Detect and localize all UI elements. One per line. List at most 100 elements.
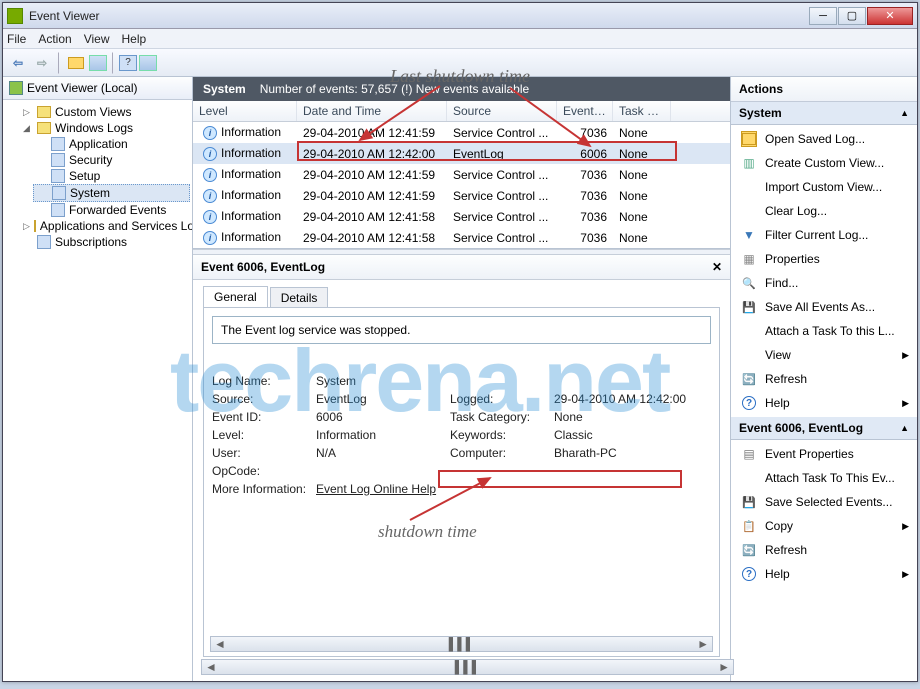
- navigation-pane: Event Viewer (Local) ▷Custom Views ◢Wind…: [3, 77, 193, 681]
- col-datetime[interactable]: Date and Time: [297, 101, 447, 121]
- panel-button[interactable]: [139, 55, 157, 71]
- action-item[interactable]: Find...: [731, 271, 917, 295]
- moreinfo-link[interactable]: Event Log Online Help: [316, 482, 446, 496]
- action-item[interactable]: Filter Current Log...: [731, 223, 917, 247]
- logname-label: Log Name:: [212, 374, 312, 388]
- info-icon: i: [203, 231, 217, 245]
- actions-section-event[interactable]: Event 6006, EventLog▲: [731, 417, 917, 440]
- info-icon: i: [203, 189, 217, 203]
- event-row[interactable]: iInformation29-04-2010 AM 12:42:00EventL…: [193, 143, 730, 164]
- action-item[interactable]: Copy▶: [731, 514, 917, 538]
- collapse-icon: ▲: [900, 108, 909, 118]
- menu-help[interactable]: Help: [122, 32, 147, 46]
- action-icon: [741, 395, 757, 411]
- action-item[interactable]: Event Properties: [731, 442, 917, 466]
- event-row[interactable]: iInformation29-04-2010 AM 12:41:58Servic…: [193, 227, 730, 248]
- col-eventid[interactable]: Event ID: [557, 101, 613, 121]
- open-button[interactable]: [65, 52, 87, 74]
- info-icon: i: [203, 210, 217, 224]
- menubar: File Action View Help: [3, 29, 917, 49]
- chevron-right-icon: ▶: [902, 398, 909, 409]
- help-button[interactable]: ?: [119, 55, 137, 71]
- log-icon: [52, 186, 66, 200]
- tree-subscriptions[interactable]: Subscriptions: [19, 234, 190, 250]
- action-icon: [741, 518, 757, 534]
- action-item[interactable]: Open Saved Log...: [731, 127, 917, 151]
- log-icon: [51, 169, 65, 183]
- close-detail-button[interactable]: ✕: [712, 260, 722, 274]
- action-item[interactable]: Clear Log...: [731, 199, 917, 223]
- event-row[interactable]: iInformation29-04-2010 AM 12:41:59Servic…: [193, 185, 730, 206]
- event-row[interactable]: iInformation29-04-2010 AM 12:41:58Servic…: [193, 206, 730, 227]
- chevron-right-icon: ▶: [902, 350, 909, 361]
- logged-label: Logged:: [450, 392, 550, 406]
- minimize-button[interactable]: ─: [809, 7, 837, 25]
- tree-custom-views[interactable]: ▷Custom Views: [19, 104, 190, 120]
- opcode-value: [316, 464, 446, 478]
- maximize-button[interactable]: ▢: [838, 7, 866, 25]
- tree-app-services[interactable]: ▷Applications and Services Lo: [19, 218, 190, 234]
- subs-icon: [37, 235, 51, 249]
- log-name: System: [203, 82, 246, 96]
- action-item[interactable]: Save Selected Events...: [731, 490, 917, 514]
- tree-forwarded[interactable]: Forwarded Events: [33, 202, 190, 218]
- action-item[interactable]: Attach a Task To this L...: [731, 319, 917, 343]
- back-button[interactable]: [7, 52, 29, 74]
- toolbar: ?: [3, 49, 917, 77]
- detail-hscroll[interactable]: ◄▌▌▌►: [210, 636, 713, 652]
- logged-value: 29-04-2010 AM 12:42:00: [554, 392, 704, 406]
- taskcat-value: None: [554, 410, 704, 424]
- event-row[interactable]: iInformation29-04-2010 AM 12:41:59Servic…: [193, 122, 730, 143]
- tab-general[interactable]: General: [203, 286, 268, 307]
- col-source[interactable]: Source: [447, 101, 557, 121]
- action-icon: [741, 494, 757, 510]
- action-item[interactable]: Import Custom View...: [731, 175, 917, 199]
- tree-setup[interactable]: Setup: [33, 168, 190, 184]
- action-item[interactable]: Save All Events As...: [731, 295, 917, 319]
- forward-button[interactable]: [31, 52, 53, 74]
- nav-root[interactable]: Event Viewer (Local): [3, 77, 192, 100]
- chevron-right-icon: ▶: [902, 569, 909, 580]
- close-button[interactable]: ✕: [867, 7, 913, 25]
- action-icon: [741, 371, 757, 387]
- action-item[interactable]: Help▶: [731, 562, 917, 586]
- titlebar[interactable]: Event Viewer ─ ▢ ✕: [3, 3, 917, 29]
- actions-section-system[interactable]: System▲: [731, 102, 917, 125]
- menu-action[interactable]: Action: [38, 32, 71, 46]
- level-value: Information: [316, 428, 446, 442]
- action-item[interactable]: Create Custom View...: [731, 151, 917, 175]
- taskcat-label: Task Category:: [450, 410, 550, 424]
- col-level[interactable]: Level: [193, 101, 297, 121]
- tree-system[interactable]: System: [33, 184, 190, 202]
- action-icon: [741, 227, 757, 243]
- action-item[interactable]: View▶: [731, 343, 917, 367]
- tree-security[interactable]: Security: [33, 152, 190, 168]
- keywords-label: Keywords:: [450, 428, 550, 442]
- nav-root-label: Event Viewer (Local): [27, 81, 138, 95]
- action-icon: [741, 203, 757, 219]
- tree-application[interactable]: Application: [33, 136, 190, 152]
- detail-header: Event 6006, EventLog ✕: [193, 255, 730, 280]
- menu-file[interactable]: File: [7, 32, 26, 46]
- info-icon: i: [203, 126, 217, 140]
- info-icon: i: [203, 147, 217, 161]
- action-item[interactable]: Refresh: [731, 367, 917, 391]
- action-item[interactable]: Attach Task To This Ev...: [731, 466, 917, 490]
- event-row[interactable]: iInformation29-04-2010 AM 12:41:59Servic…: [193, 164, 730, 185]
- tab-details[interactable]: Details: [270, 287, 329, 308]
- col-taskcat[interactable]: Task C...: [613, 101, 671, 121]
- detail-title: Event 6006, EventLog: [201, 260, 325, 274]
- level-label: Level:: [212, 428, 312, 442]
- action-item[interactable]: Help▶: [731, 391, 917, 415]
- action-icon: [741, 251, 757, 267]
- event-list: Level Date and Time Source Event ID Task…: [193, 101, 730, 249]
- action-item[interactable]: Properties: [731, 247, 917, 271]
- views-button[interactable]: [89, 55, 107, 71]
- action-icon: [741, 299, 757, 315]
- center-hscroll[interactable]: ◄▌▌▌►: [201, 659, 734, 675]
- action-item[interactable]: Refresh: [731, 538, 917, 562]
- window-title: Event Viewer: [29, 9, 809, 23]
- menu-view[interactable]: View: [84, 32, 110, 46]
- tree-windows-logs[interactable]: ◢Windows Logs: [19, 120, 190, 136]
- user-value: N/A: [316, 446, 446, 460]
